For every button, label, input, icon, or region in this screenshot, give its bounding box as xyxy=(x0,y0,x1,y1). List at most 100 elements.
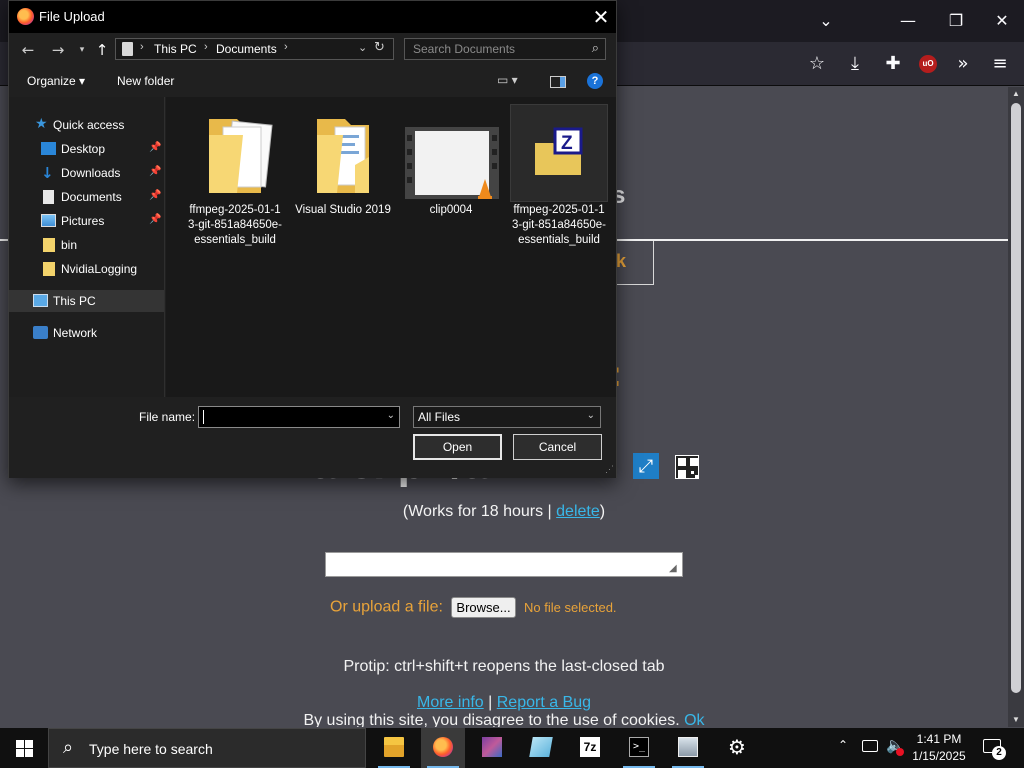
pin-icon: 📌 xyxy=(149,190,162,201)
notification-count-badge: 2 xyxy=(992,746,1006,760)
overflow-chevrons-icon[interactable]: » xyxy=(948,50,978,78)
expiry-close: ) xyxy=(599,503,606,520)
breadcrumb-this-pc[interactable]: This PC xyxy=(154,42,197,56)
expiry-notice: (Works for 18 hours | delete) xyxy=(0,503,1008,521)
open-button[interactable]: Open xyxy=(413,434,502,460)
nav-item-nvidialogging[interactable]: NvidiaLogging xyxy=(9,258,164,280)
resize-grip-icon[interactable]: ◢ xyxy=(669,563,681,575)
recent-locations-chevron-icon[interactable]: ▾ xyxy=(71,39,93,61)
chevron-down-icon[interactable]: ⌄ xyxy=(387,410,395,421)
cookie-ok-link[interactable]: Ok xyxy=(684,712,704,727)
taskbar-computer-app[interactable] xyxy=(666,728,710,768)
file-name: Visual Studio 2019 xyxy=(295,204,391,216)
taskbar-7zip[interactable]: 7z xyxy=(568,728,612,768)
address-bar[interactable]: › This PC › Documents › ⌄ ↻ xyxy=(115,38,394,60)
desktop-icon xyxy=(41,142,56,155)
dialog-titlebar[interactable]: File Upload ✕ xyxy=(9,1,616,33)
file-type-select[interactable]: All Files ⌄ xyxy=(413,406,601,428)
search-documents-input[interactable]: Search Documents ⌕ xyxy=(404,38,606,60)
page-scrollbar[interactable]: ▲ ▼ xyxy=(1008,87,1024,727)
open-link-icon[interactable]: ⤢ xyxy=(633,453,659,479)
change-view-icon[interactable]: ▭ ▾ xyxy=(497,73,518,87)
resize-grip-icon[interactable]: ⋰ xyxy=(605,464,614,475)
browse-button[interactable]: Browse... xyxy=(451,597,516,618)
hamburger-menu-icon[interactable]: ≡ xyxy=(985,50,1015,78)
dialog-close-button[interactable]: ✕ xyxy=(587,5,615,29)
taskbar-winrar[interactable] xyxy=(470,728,514,768)
back-arrow-icon[interactable]: ← xyxy=(17,39,39,61)
tray-overflow-chevron-icon[interactable]: ⌃ xyxy=(838,738,848,752)
file-item-ffmpeg-folder[interactable]: ffmpeg-2025-01-13-git-851a84650e-essenti… xyxy=(187,105,283,305)
bookmark-star-icon[interactable]: ☆ xyxy=(802,50,832,78)
file-item-clip0004[interactable]: clip0004 xyxy=(403,105,499,305)
clock-date[interactable]: 1/15/2025 xyxy=(900,749,978,763)
address-dropdown-chevron-icon[interactable]: ⌄ xyxy=(358,41,367,54)
command-bar: Organize ▾ New folder ▭ ▾ ? xyxy=(9,67,616,95)
file-explorer-icon xyxy=(384,737,404,757)
downloads-icon[interactable]: ⤓ xyxy=(840,50,870,78)
nav-item-documents[interactable]: Documents 📌 xyxy=(9,186,164,208)
no-file-status: No file selected. xyxy=(524,599,617,615)
search-icon[interactable]: ⌕ xyxy=(592,41,599,56)
breadcrumb-documents[interactable]: Documents xyxy=(216,42,277,56)
windows-logo-icon xyxy=(25,749,33,757)
minimize-button[interactable]: — xyxy=(888,8,928,34)
cancel-button[interactable]: Cancel xyxy=(513,434,602,460)
ublock-origin-icon[interactable]: uO xyxy=(919,55,937,73)
preview-pane-icon[interactable] xyxy=(550,76,566,88)
footer-links: More info | Report a Bug xyxy=(0,694,1008,712)
nav-item-desktop[interactable]: Desktop 📌 xyxy=(9,138,164,160)
close-window-button[interactable]: ✕ xyxy=(982,8,1022,34)
breadcrumb-chevron-icon[interactable]: › xyxy=(284,41,288,53)
chevron-down-icon[interactable]: ⌄ xyxy=(587,410,595,421)
pin-icon: 📌 xyxy=(149,166,162,177)
file-name-input[interactable]: ⌄ xyxy=(198,406,400,428)
tab-list-chevron-icon[interactable]: ⌄ xyxy=(806,8,846,34)
nav-item-bin[interactable]: bin xyxy=(9,234,164,256)
maximize-button[interactable]: ❐ xyxy=(936,8,976,34)
delete-link[interactable]: delete xyxy=(556,503,600,520)
paste-textarea[interactable]: ◢ xyxy=(325,552,683,577)
start-button[interactable] xyxy=(0,728,48,768)
refresh-icon[interactable]: ↻ xyxy=(374,40,385,55)
header-nav-button-label: k xyxy=(616,251,627,271)
taskbar-notepad[interactable] xyxy=(519,728,563,768)
file-item-visual-studio-2019[interactable]: Visual Studio 2019 xyxy=(295,105,391,305)
taskbar-terminal[interactable]: >_ xyxy=(617,728,661,768)
network-status-icon[interactable] xyxy=(862,740,878,752)
nav-item-quick-access[interactable]: ★ Quick access xyxy=(9,114,164,136)
notification-center-button[interactable]: 2 xyxy=(980,734,1008,762)
nav-item-network[interactable]: Network xyxy=(9,322,164,344)
nav-item-pictures[interactable]: Pictures 📌 xyxy=(9,210,164,232)
breadcrumb-chevron-icon[interactable]: › xyxy=(204,41,208,53)
extensions-puzzle-icon[interactable]: ✚ xyxy=(878,50,908,78)
scroll-down-arrow-icon[interactable]: ▼ xyxy=(1008,713,1024,727)
clock-time[interactable]: 1:41 PM xyxy=(900,732,978,746)
help-icon[interactable]: ? xyxy=(587,73,603,89)
svg-text:Z: Z xyxy=(561,133,573,154)
file-name: ffmpeg-2025-01-13-git-851a84650e-essenti… xyxy=(512,204,606,246)
file-name: ffmpeg-2025-01-13-git-851a84650e-essenti… xyxy=(188,204,282,246)
organize-label: Organize xyxy=(27,74,76,88)
file-item-ffmpeg-zip[interactable]: Z ffmpeg-2025-01-13-git-851a84650e-essen… xyxy=(510,104,608,305)
taskbar-search-box[interactable]: ⌕ Type here to search xyxy=(48,728,366,768)
taskbar-settings[interactable]: ⚙ xyxy=(715,728,759,768)
nav-item-downloads[interactable]: ↓ Downloads 📌 xyxy=(9,162,164,184)
up-arrow-icon[interactable]: ↑ xyxy=(91,39,113,61)
taskbar-file-explorer[interactable] xyxy=(372,728,416,768)
organize-menu-button[interactable]: Organize ▾ xyxy=(27,74,85,88)
nav-label: Downloads xyxy=(61,166,121,180)
nav-label: Desktop xyxy=(61,142,106,156)
nav-item-this-pc[interactable]: This PC xyxy=(9,290,164,312)
forward-arrow-icon[interactable]: → xyxy=(47,39,69,61)
breadcrumb-chevron-icon[interactable]: › xyxy=(140,41,144,53)
more-info-link[interactable]: More info xyxy=(417,694,484,711)
scroll-thumb[interactable] xyxy=(1011,103,1021,693)
upload-row: Or upload a file: Browse... No file sele… xyxy=(330,597,617,618)
qr-code-icon[interactable] xyxy=(675,455,699,479)
taskbar-firefox[interactable] xyxy=(421,728,465,768)
scroll-up-arrow-icon[interactable]: ▲ xyxy=(1008,87,1024,101)
new-folder-button[interactable]: New folder xyxy=(117,74,174,88)
report-bug-link[interactable]: Report a Bug xyxy=(497,694,591,711)
pictures-icon xyxy=(41,214,56,227)
